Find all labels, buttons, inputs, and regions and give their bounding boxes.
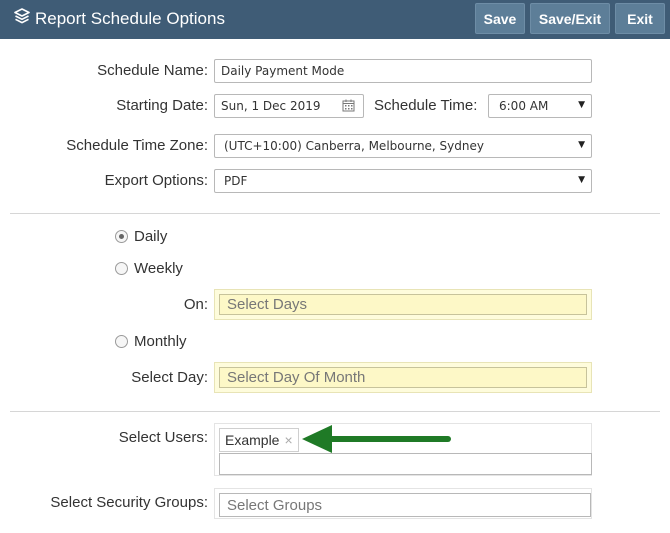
schedule-name-value: Daily Payment Mode <box>221 64 345 78</box>
radio-monthly-label: Monthly <box>134 333 187 350</box>
radio-daily-label: Daily <box>134 228 168 245</box>
export-options-value: PDF <box>224 174 248 188</box>
exit-button[interactable]: Exit <box>615 3 665 34</box>
user-tag: Example × <box>219 428 299 452</box>
select-groups-input[interactable]: Select Groups <box>219 493 591 517</box>
select-days-wrap: Select Days <box>214 289 592 320</box>
user-tag-label: Example <box>225 432 280 448</box>
starting-date-input[interactable]: Sun, 1 Dec 2019 <box>214 94 364 118</box>
save-exit-button[interactable]: Save/Exit <box>530 3 610 34</box>
select-groups-wrap: Select Groups <box>214 488 592 519</box>
radio-daily[interactable]: Daily <box>115 228 167 245</box>
select-groups-label: Select Security Groups: <box>50 494 208 511</box>
divider <box>10 411 660 412</box>
chevron-down-icon: ▼ <box>578 140 585 150</box>
layers-icon <box>14 8 35 29</box>
schedule-name-input[interactable]: Daily Payment Mode <box>214 59 592 83</box>
chevron-down-icon: ▼ <box>578 175 585 185</box>
schedule-time-select[interactable]: 6:00 AM ▼ <box>488 94 592 118</box>
select-days-input[interactable]: Select Days <box>219 294 587 315</box>
select-day-of-month-wrap: Select Day Of Month <box>214 362 592 393</box>
radio-daily-button[interactable] <box>115 230 128 243</box>
schedule-name-label: Schedule Name: <box>97 62 208 79</box>
annotation-arrow-icon <box>302 425 451 453</box>
starting-date-label: Starting Date: <box>116 97 208 114</box>
remove-tag-icon[interactable]: × <box>284 432 292 448</box>
timezone-label: Schedule Time Zone: <box>66 137 208 154</box>
radio-weekly-label: Weekly <box>134 260 183 277</box>
radio-weekly-button[interactable] <box>115 262 128 275</box>
radio-monthly[interactable]: Monthly <box>115 333 187 350</box>
chevron-down-icon: ▼ <box>578 100 585 110</box>
timezone-select[interactable]: (UTC+10:00) Canberra, Melbourne, Sydney … <box>214 134 592 158</box>
select-day-of-month-input[interactable]: Select Day Of Month <box>219 367 587 388</box>
select-day-label: Select Day: <box>131 369 208 386</box>
export-options-label: Export Options: <box>104 172 208 189</box>
radio-monthly-button[interactable] <box>115 335 128 348</box>
divider <box>10 213 660 214</box>
select-users-input[interactable] <box>219 453 592 475</box>
page-title-wrap: Report Schedule Options <box>14 0 225 37</box>
page-title: Report Schedule Options <box>35 8 225 28</box>
top-bar: Report Schedule Options Save Save/Exit E… <box>0 0 670 39</box>
save-button[interactable]: Save <box>475 3 525 34</box>
radio-weekly[interactable]: Weekly <box>115 260 183 277</box>
schedule-time-value: 6:00 AM <box>499 99 549 113</box>
starting-date-value: Sun, 1 Dec 2019 <box>221 99 321 113</box>
select-users-label: Select Users: <box>118 429 208 446</box>
schedule-time-label: Schedule Time: <box>374 97 478 114</box>
on-label: On: <box>183 296 208 313</box>
timezone-value: (UTC+10:00) Canberra, Melbourne, Sydney <box>224 139 484 153</box>
calendar-icon[interactable] <box>342 99 355 115</box>
export-options-select[interactable]: PDF ▼ <box>214 169 592 193</box>
